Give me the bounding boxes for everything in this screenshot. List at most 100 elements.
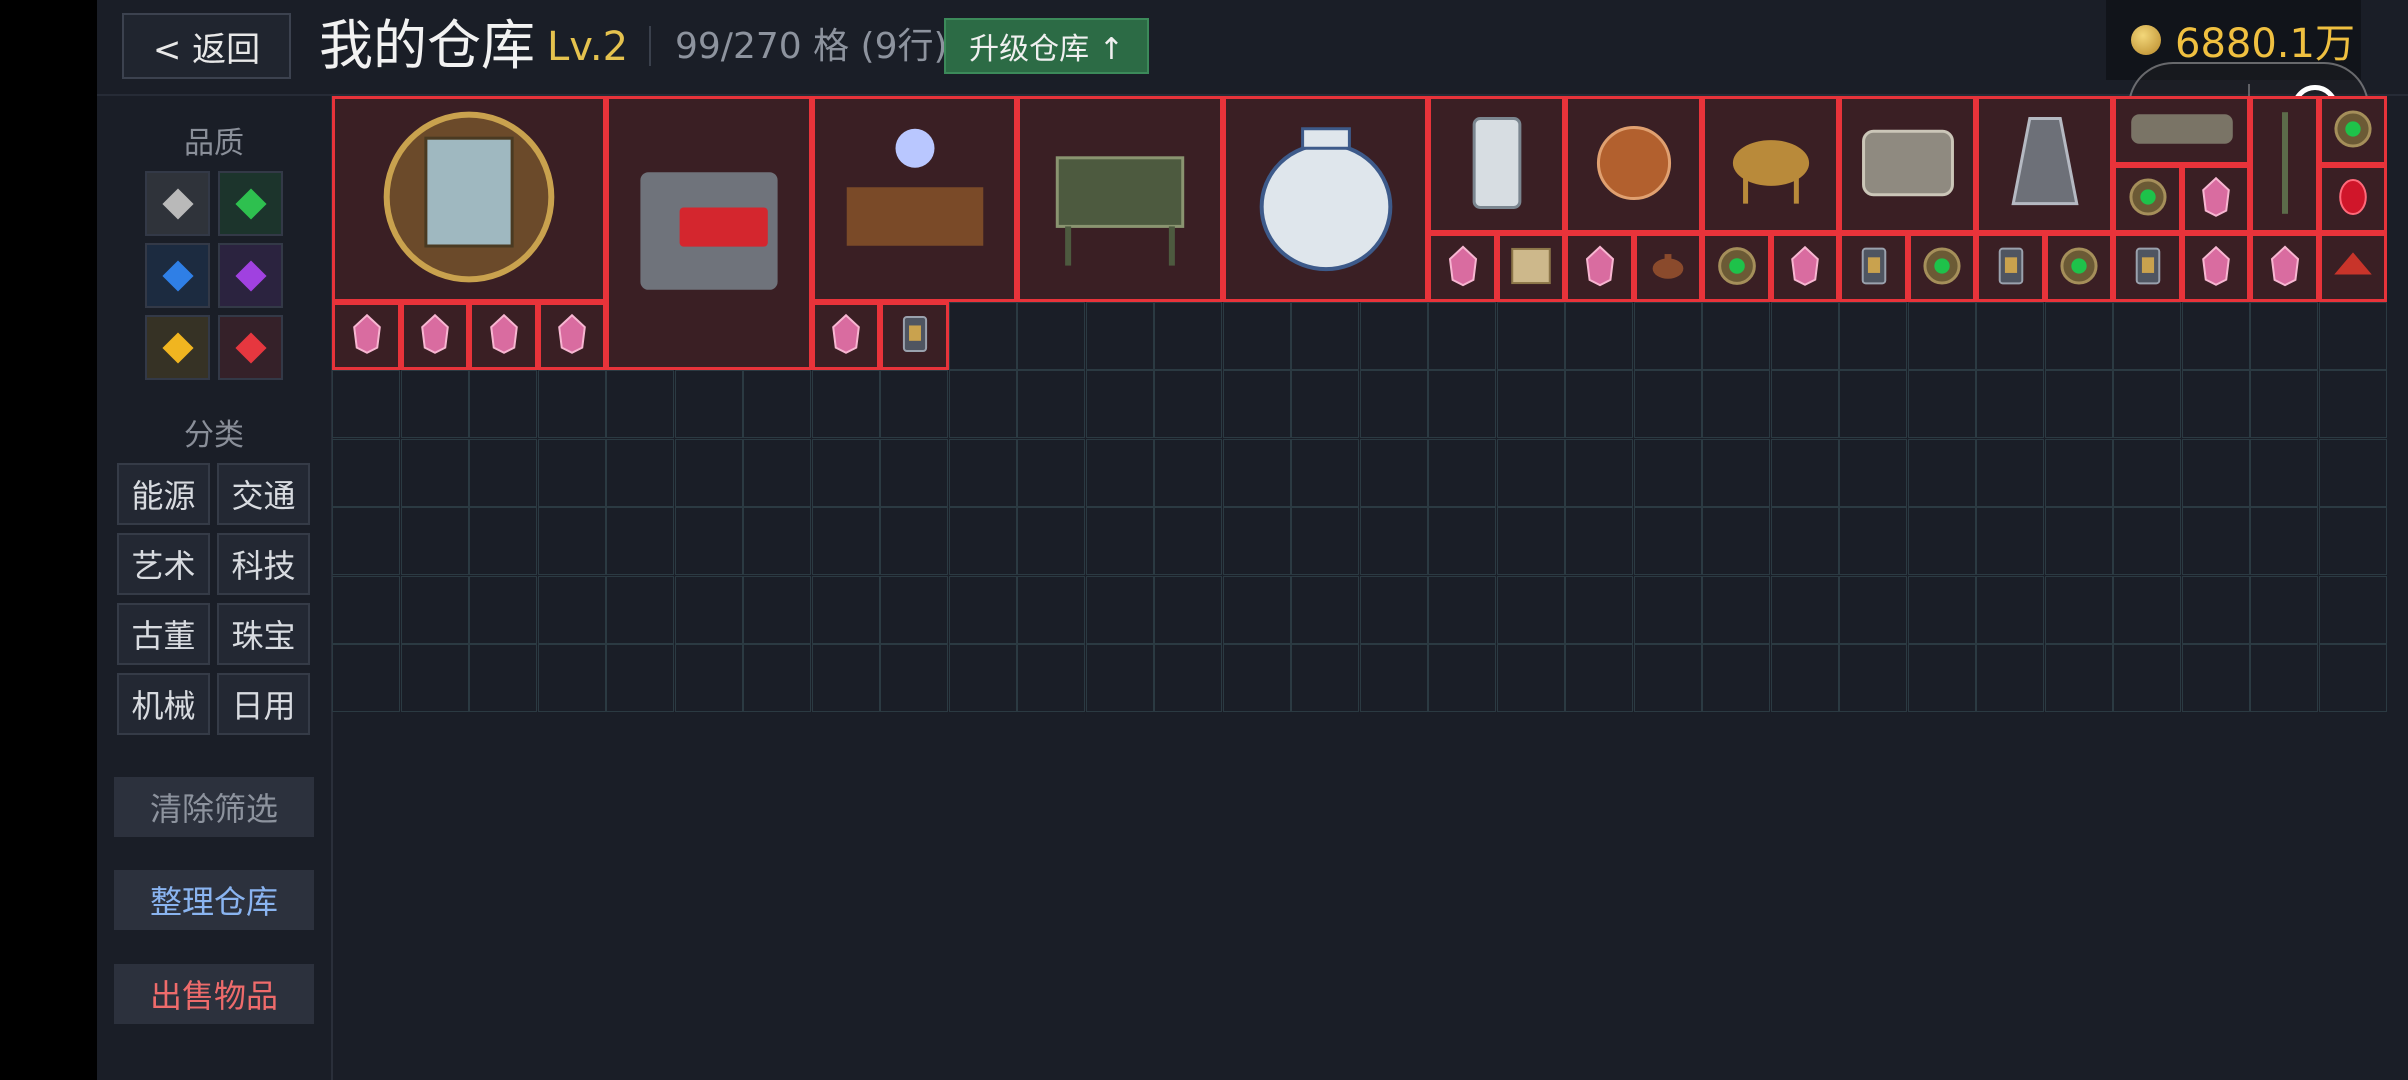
grid-cell[interactable] [1428,507,1496,575]
warehouse-item[interactable] [1839,233,1908,302]
grid-cell[interactable] [1360,302,1428,370]
grid-cell[interactable] [2319,370,2387,438]
grid-cell[interactable] [880,644,948,712]
category-filter-button[interactable]: 能源 [117,463,210,525]
grid-cell[interactable] [1976,507,2044,575]
grid-cell[interactable] [1428,576,1496,644]
grid-cell[interactable] [1702,370,1770,438]
grid-cell[interactable] [1908,507,1976,575]
warehouse-item[interactable] [469,302,538,370]
grid-cell[interactable] [538,507,606,575]
grid-cell[interactable] [2182,507,2250,575]
warehouse-item[interactable] [1634,233,1702,302]
grid-cell[interactable] [1291,507,1359,575]
warehouse-item[interactable] [1702,96,1839,233]
grid-cell[interactable] [949,507,1017,575]
grid-cell[interactable] [606,576,674,644]
warehouse-item[interactable] [1428,233,1497,302]
grid-cell[interactable] [1017,576,1085,644]
grid-cell[interactable] [2319,507,2387,575]
grid-cell[interactable] [1565,507,1633,575]
grid-cell[interactable] [401,507,469,575]
grid-cell[interactable] [1223,302,1291,370]
grid-cell[interactable] [2113,302,2181,370]
grid-cell[interactable] [1634,644,1702,712]
quality-filter-purple[interactable] [218,243,283,308]
grid-cell[interactable] [1976,644,2044,712]
grid-cell[interactable] [1976,576,2044,644]
grid-cell[interactable] [1497,576,1565,644]
grid-cell[interactable] [538,576,606,644]
grid-cell[interactable] [2182,439,2250,507]
grid-cell[interactable] [1223,644,1291,712]
grid-cell[interactable] [1565,576,1633,644]
grid-cell[interactable] [949,439,1017,507]
grid-cell[interactable] [1702,576,1770,644]
grid-cell[interactable] [1154,644,1222,712]
grid-cell[interactable] [1634,302,1702,370]
grid-cell[interactable] [743,576,811,644]
grid-cell[interactable] [1086,644,1154,712]
warehouse-item[interactable] [880,302,949,370]
warehouse-item[interactable] [1702,233,1771,302]
grid-cell[interactable] [332,576,400,644]
grid-cell[interactable] [1360,576,1428,644]
warehouse-item[interactable] [2182,233,2250,302]
grid-cell[interactable] [1428,644,1496,712]
grid-cell[interactable] [2250,644,2318,712]
warehouse-item[interactable] [2113,165,2182,233]
grid-cell[interactable] [2250,507,2318,575]
grid-cell[interactable] [1086,576,1154,644]
grid-cell[interactable] [2182,302,2250,370]
grid-cell[interactable] [1086,370,1154,438]
warehouse-item[interactable] [332,96,606,302]
grid-cell[interactable] [332,644,400,712]
grid-cell[interactable] [1634,576,1702,644]
grid-cell[interactable] [2045,644,2113,712]
upgrade-warehouse-button[interactable]: 升级仓库 ↑ [944,18,1149,74]
grid-cell[interactable] [2045,370,2113,438]
grid-cell[interactable] [1839,439,1907,507]
grid-cell[interactable] [1291,576,1359,644]
warehouse-item[interactable] [606,96,812,370]
grid-cell[interactable] [1497,439,1565,507]
sort-warehouse-button[interactable]: 整理仓库 [114,870,314,930]
grid-cell[interactable] [2250,576,2318,644]
warehouse-item[interactable] [812,96,1017,302]
category-filter-button[interactable]: 科技 [217,533,310,595]
grid-cell[interactable] [2113,644,2181,712]
warehouse-item[interactable] [1771,233,1839,302]
grid-cell[interactable] [2113,370,2181,438]
grid-cell[interactable] [1017,644,1085,712]
grid-cell[interactable] [401,576,469,644]
grid-cell[interactable] [2182,370,2250,438]
grid-cell[interactable] [1565,644,1633,712]
warehouse-item[interactable] [1565,96,1702,233]
grid-cell[interactable] [1908,576,1976,644]
grid-cell[interactable] [1908,370,1976,438]
grid-cell[interactable] [332,370,400,438]
grid-cell[interactable] [1360,439,1428,507]
grid-cell[interactable] [469,507,537,575]
grid-cell[interactable] [1634,507,1702,575]
grid-cell[interactable] [880,576,948,644]
grid-cell[interactable] [1017,439,1085,507]
grid-cell[interactable] [1908,644,1976,712]
grid-cell[interactable] [1428,439,1496,507]
grid-cell[interactable] [1771,576,1839,644]
warehouse-item[interactable] [2182,165,2250,233]
quality-filter-green[interactable] [218,171,283,236]
grid-cell[interactable] [606,439,674,507]
grid-cell[interactable] [1154,302,1222,370]
grid-cell[interactable] [2182,576,2250,644]
grid-cell[interactable] [743,370,811,438]
grid-cell[interactable] [1086,302,1154,370]
grid-cell[interactable] [1771,302,1839,370]
grid-cell[interactable] [1839,644,1907,712]
warehouse-item[interactable] [2250,96,2319,233]
warehouse-item[interactable] [1976,96,2113,233]
grid-cell[interactable] [538,370,606,438]
grid-cell[interactable] [469,644,537,712]
grid-cell[interactable] [1771,439,1839,507]
grid-cell[interactable] [1908,302,1976,370]
